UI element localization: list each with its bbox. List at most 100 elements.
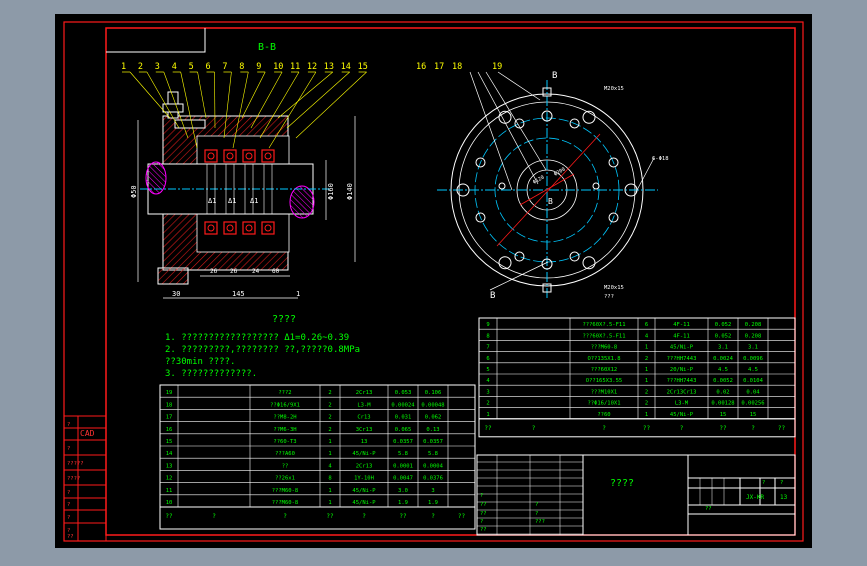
- drawing-canvas: CAD ????????????????? B-B Φ50 Φ160 Φ140 …: [55, 14, 812, 548]
- table-cell: 2Cr13: [356, 390, 373, 396]
- table-cell: 5: [486, 367, 489, 373]
- seal-ring: [223, 221, 237, 235]
- dim-d50: Φ50: [130, 185, 138, 198]
- table-cell: 0.052: [715, 322, 732, 328]
- table-footer-cell: ?: [680, 425, 684, 432]
- table-cell: O??135X1.8: [587, 356, 620, 362]
- table-cell: ??Φ16/10X1: [587, 401, 620, 407]
- side-strip-label: ?: [67, 502, 70, 508]
- table-cell: 0.053: [395, 390, 412, 396]
- table-cell: 3: [486, 389, 489, 395]
- delta-label-3: Δ1: [250, 197, 258, 205]
- seal-ring: [204, 149, 218, 163]
- table-footer-cell: ??: [484, 425, 492, 432]
- side-strip-label: ????: [67, 476, 80, 482]
- title-block-label: ?: [535, 502, 538, 508]
- section-marker-bottom: B: [490, 291, 495, 301]
- table-cell: L3-M: [357, 402, 371, 408]
- cad-viewport: CAD ????????????????? B-B Φ50 Φ160 Φ140 …: [0, 0, 867, 562]
- table-cell: 0.0004: [423, 463, 444, 469]
- callout-label: 7: [222, 62, 227, 72]
- drawing-title: ????: [610, 478, 634, 489]
- table-cell: 12: [166, 476, 173, 482]
- table-cell: 0.0376: [423, 476, 443, 482]
- table-cell: 0.065: [395, 427, 412, 433]
- table-cell: 0.04: [746, 389, 760, 395]
- table-cell: 0.0104: [743, 378, 764, 384]
- table-cell: 5.8: [398, 451, 408, 457]
- table-cell: 2: [486, 401, 489, 407]
- table-cell: 45/Ni-P: [352, 451, 376, 457]
- callout-label: 18: [452, 62, 462, 72]
- table-cell: ???HH7443: [667, 356, 697, 362]
- title-block-label: ?: [535, 511, 538, 517]
- table-footer-cell: ??: [399, 513, 407, 520]
- table-cell: 3Cr13: [356, 427, 373, 433]
- table-cell: 20/Ni-P: [670, 367, 694, 373]
- table-cell: ??M8-2H: [273, 415, 296, 421]
- table-cell: 0.00048: [421, 402, 444, 408]
- table-cell: 1Y-10H: [354, 476, 374, 482]
- dim-d140: Φ140: [346, 183, 354, 200]
- dim-26a: 26: [210, 268, 218, 275]
- table-cell: 1: [328, 439, 331, 445]
- table-cell: ???A60: [275, 451, 295, 457]
- side-strip-label: ?????: [67, 461, 84, 467]
- dim-1: 1: [296, 290, 300, 298]
- table-cell: ???HH7443: [667, 378, 697, 384]
- seal-ring: [204, 221, 218, 235]
- seal-ring: [242, 149, 256, 163]
- table-cell: 2: [645, 389, 648, 395]
- table-footer-cell: ?: [431, 513, 435, 520]
- table-cell: ???M60-8: [591, 345, 618, 351]
- title-block-label: ??: [705, 506, 712, 512]
- title-block-label: ???: [535, 519, 545, 525]
- table-cell: 0.0357: [423, 439, 443, 445]
- table-cell: 45/Ni-P: [352, 500, 376, 506]
- table-cell: 19: [166, 390, 173, 396]
- table-cell: Cr13: [357, 415, 370, 421]
- table-cell: 1: [486, 412, 489, 418]
- callout-label: 15: [358, 62, 368, 72]
- table-cell: 15: [166, 439, 173, 445]
- table-cell: 6: [645, 322, 648, 328]
- table-footer-cell: ?: [212, 513, 216, 520]
- inlet-pipe: [174, 119, 206, 129]
- table-cell: 0.0047: [393, 476, 413, 482]
- table-cell: 8: [486, 333, 489, 339]
- section-marker-center: B: [548, 197, 553, 206]
- title-block-label: ??: [480, 527, 487, 533]
- title-block-label: ??: [480, 502, 487, 508]
- table-cell: ???60X?.5-F11: [582, 322, 625, 328]
- shaft-end-right: [289, 185, 315, 219]
- hole-callout-q: ???: [604, 294, 614, 300]
- callout-label: 13: [324, 62, 334, 72]
- callout-label: 17: [434, 62, 444, 72]
- table-cell: 1: [328, 500, 331, 506]
- table-cell: 0.13: [426, 427, 439, 433]
- table-cell: ???60X12: [591, 367, 618, 373]
- callout-label: 4: [172, 62, 177, 72]
- table-footer-cell: ??: [643, 425, 651, 432]
- dim-26b: 26: [230, 268, 238, 275]
- table-footer-cell: ??: [165, 513, 173, 520]
- table-cell: 15: [750, 412, 757, 418]
- table-cell: ???M60-8: [272, 488, 299, 494]
- table-cell: 3.1: [718, 345, 728, 351]
- hole-callout-bottom: M20x15: [604, 285, 624, 291]
- table-footer-cell: ??: [778, 425, 786, 432]
- table-cell: ???2: [278, 390, 291, 396]
- table-cell: 14: [166, 451, 173, 457]
- table-cell: 0.00024: [391, 402, 415, 408]
- table-cell: 6: [486, 356, 489, 362]
- side-strip-label: ?: [67, 490, 70, 496]
- table-footer-cell: ??: [458, 513, 466, 520]
- table-cell: ??M6-3H: [273, 427, 296, 433]
- table-cell: 3.0: [398, 488, 408, 494]
- table-cell: ???M60-8: [272, 500, 299, 506]
- table-cell: 0.0024: [713, 356, 734, 362]
- table-cell: 1: [645, 378, 648, 384]
- hole-callout-top: M20x15: [604, 86, 624, 92]
- table-cell: 0.0001: [393, 463, 413, 469]
- table-cell: 4.5: [718, 367, 728, 373]
